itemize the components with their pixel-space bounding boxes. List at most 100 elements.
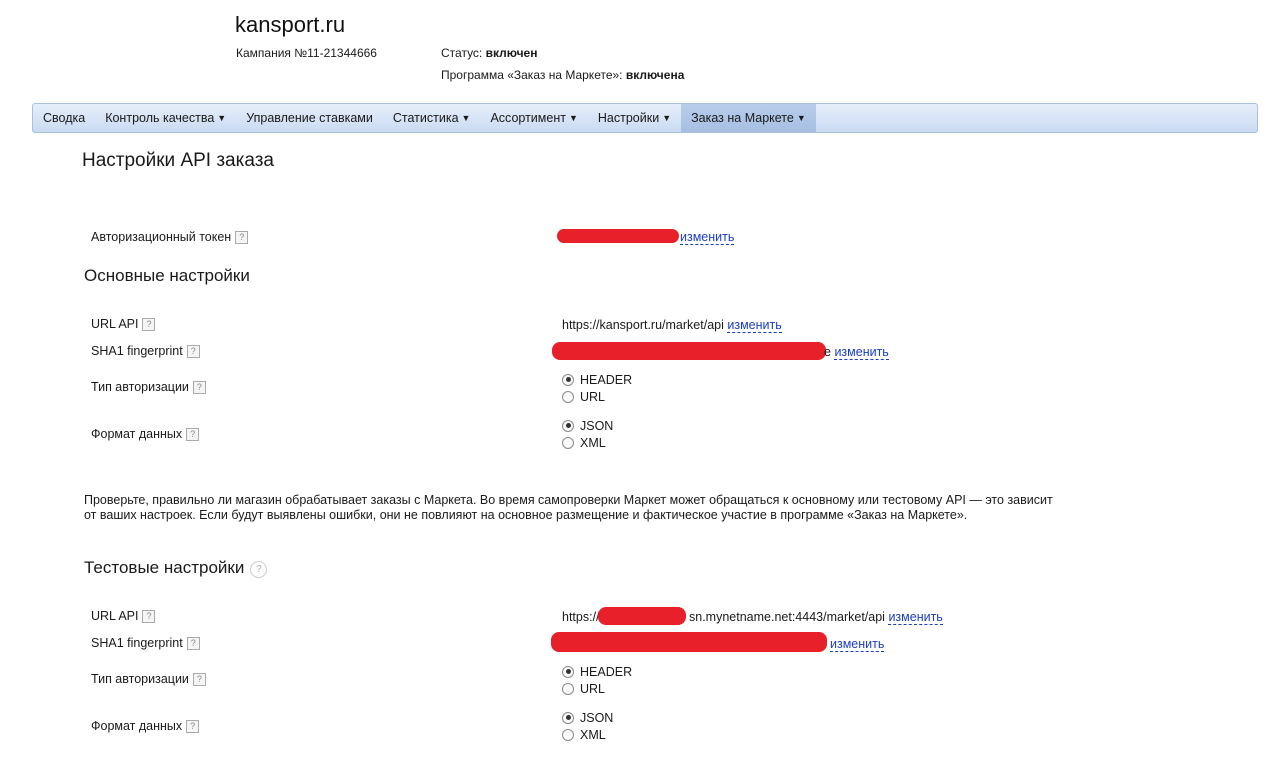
main-sha-label: SHA1 fingerprint? bbox=[91, 344, 200, 358]
test-format-radio-group: JSON XML bbox=[562, 709, 613, 743]
nav-settings[interactable]: Настройки ▼ bbox=[588, 104, 681, 132]
sha-label-text: SHA1 fingerprint bbox=[91, 636, 183, 650]
test-settings-title: Тестовые настройки? bbox=[84, 558, 268, 578]
help-icon[interactable]: ? bbox=[186, 637, 200, 650]
help-icon[interactable]: ? bbox=[192, 381, 206, 394]
change-test-sha-link[interactable]: изменить bbox=[830, 637, 885, 652]
main-auth-radio-group: HEADER URL bbox=[562, 371, 632, 405]
url-value-text: https://kansport.ru/market/api bbox=[562, 318, 724, 332]
test-auth-radio-group: HEADER URL bbox=[562, 663, 632, 697]
url-label-text: URL API bbox=[91, 609, 139, 623]
sha-label-text: SHA1 fingerprint bbox=[91, 344, 183, 358]
site-title: kansport.ru bbox=[235, 12, 346, 37]
change-test-url-link[interactable]: изменить bbox=[888, 610, 943, 625]
auth-option-header[interactable]: HEADER bbox=[562, 371, 632, 388]
help-icon[interactable]: ? bbox=[186, 720, 200, 733]
nav-market-orders[interactable]: Заказ на Маркете ▼ bbox=[681, 104, 816, 132]
help-icon[interactable]: ? bbox=[142, 318, 156, 331]
help-icon[interactable]: ? bbox=[186, 345, 200, 358]
change-url-link[interactable]: изменить bbox=[727, 318, 782, 333]
nav-label: Ассортимент bbox=[490, 111, 566, 125]
radio-unchecked[interactable] bbox=[562, 436, 574, 449]
url-label-text: URL API bbox=[91, 317, 139, 331]
help-icon[interactable]: ? bbox=[192, 673, 206, 686]
test-format-label: Формат данных? bbox=[91, 719, 200, 733]
main-settings-title: Основные настройки bbox=[84, 266, 250, 285]
nav-label: Контроль качества bbox=[105, 111, 215, 125]
token-label-text: Авторизационный токен bbox=[91, 230, 232, 244]
help-circle-icon[interactable]: ? bbox=[250, 561, 268, 578]
test-format-option-json[interactable]: JSON bbox=[562, 709, 613, 726]
change-token-link[interactable]: изменить bbox=[680, 230, 735, 245]
redacted-sha-fingerprint bbox=[552, 342, 826, 360]
test-url-prefix: https:// bbox=[562, 610, 600, 624]
auth-label-text: Тип авторизации bbox=[91, 672, 189, 686]
radio-label: HEADER bbox=[580, 664, 633, 679]
help-icon[interactable]: ? bbox=[142, 610, 156, 623]
program-label: Программа «Заказ на Маркете»: bbox=[441, 68, 623, 82]
campaign-number: Кампания №11-21344666 bbox=[236, 46, 377, 60]
redacted-test-sha-fingerprint bbox=[551, 632, 827, 652]
radio-checked[interactable] bbox=[562, 373, 574, 386]
change-sha-link[interactable]: изменить bbox=[834, 345, 889, 360]
redacted-token bbox=[557, 229, 679, 243]
self-check-note: Проверьте, правильно ли магазин обрабаты… bbox=[84, 493, 1053, 522]
radio-checked[interactable] bbox=[562, 419, 574, 432]
program-status: Программа «Заказ на Маркете»: включена bbox=[441, 68, 684, 82]
dropdown-caret-icon: ▼ bbox=[796, 113, 806, 123]
test-sha-label: SHA1 fingerprint? bbox=[91, 636, 200, 650]
auth-label-text: Тип авторизации bbox=[91, 380, 189, 394]
format-label-text: Формат данных bbox=[91, 427, 183, 441]
nav-bid-management[interactable]: Управление ставками bbox=[236, 104, 383, 132]
status-value: включен bbox=[485, 46, 538, 60]
sha-tail-text: e bbox=[824, 345, 831, 359]
test-auth-label: Тип авторизации? bbox=[91, 672, 206, 686]
radio-label: JSON bbox=[580, 710, 614, 725]
test-settings-title-text: Тестовые настройки bbox=[84, 558, 245, 577]
format-option-json[interactable]: JSON bbox=[562, 417, 613, 434]
test-auth-option-header[interactable]: HEADER bbox=[562, 663, 632, 680]
test-auth-option-url[interactable]: URL bbox=[562, 680, 632, 697]
format-option-xml[interactable]: XML bbox=[562, 434, 613, 451]
radio-checked[interactable] bbox=[562, 665, 574, 678]
radio-label: XML bbox=[580, 435, 606, 450]
radio-unchecked[interactable] bbox=[562, 390, 574, 403]
main-auth-label: Тип авторизации? bbox=[91, 380, 206, 394]
radio-label: HEADER bbox=[580, 372, 633, 387]
dropdown-caret-icon: ▼ bbox=[568, 113, 578, 123]
dropdown-caret-icon: ▼ bbox=[461, 113, 471, 123]
token-change-wrap: изменить bbox=[680, 230, 735, 245]
main-format-label: Формат данных? bbox=[91, 427, 200, 441]
nav-label: Статистика bbox=[392, 111, 459, 125]
format-label-text: Формат данных bbox=[91, 719, 183, 733]
radio-checked[interactable] bbox=[562, 711, 574, 724]
test-sha-change-wrap: изменить bbox=[830, 637, 885, 652]
nav-quality-control[interactable]: Контроль качества ▼ bbox=[95, 104, 236, 132]
radio-unchecked[interactable] bbox=[562, 682, 574, 695]
program-value: включена bbox=[625, 68, 685, 82]
auth-option-url[interactable]: URL bbox=[562, 388, 632, 405]
page-title: Настройки API заказа bbox=[82, 150, 274, 171]
main-nav: Сводка Контроль качества ▼ Управление ста… bbox=[32, 103, 1258, 133]
nav-assortment[interactable]: Ассортимент ▼ bbox=[480, 104, 587, 132]
radio-label: URL bbox=[580, 389, 606, 404]
dropdown-caret-icon: ▼ bbox=[662, 113, 672, 123]
test-url-label: URL API? bbox=[91, 609, 156, 623]
nav-summary[interactable]: Сводка bbox=[33, 104, 95, 132]
dropdown-caret-icon: ▼ bbox=[217, 113, 227, 123]
help-icon[interactable]: ? bbox=[186, 428, 200, 441]
test-url-suffix-wrap: sn.mynetname.net:4443/market/api изменит… bbox=[689, 610, 943, 625]
url-suffix-text: sn.mynetname.net:4443/market/api bbox=[689, 610, 885, 624]
nav-label: Управление ставками bbox=[246, 111, 373, 125]
radio-unchecked[interactable] bbox=[562, 728, 574, 741]
radio-label: JSON bbox=[580, 418, 614, 433]
nav-statistics[interactable]: Статистика ▼ bbox=[383, 104, 481, 132]
token-label: Авторизационный токен? bbox=[91, 230, 249, 244]
nav-label: Настройки bbox=[597, 111, 660, 125]
main-url-label: URL API? bbox=[91, 317, 156, 331]
test-format-option-xml[interactable]: XML bbox=[562, 726, 613, 743]
status-label: Статус: bbox=[441, 46, 483, 60]
nav-label: Сводка bbox=[43, 111, 86, 125]
help-icon[interactable]: ? bbox=[235, 231, 249, 244]
nav-label: Заказ на Маркете bbox=[691, 111, 794, 125]
